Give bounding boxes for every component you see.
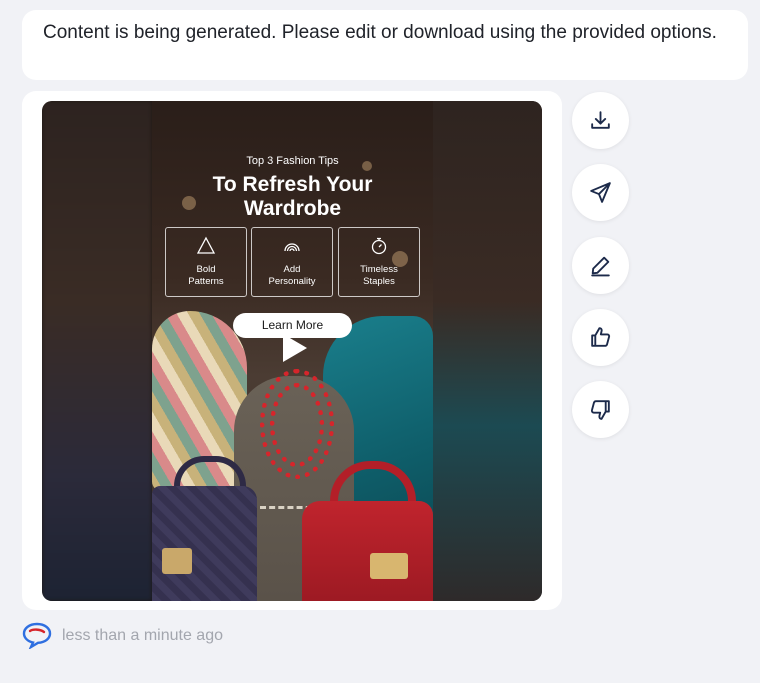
thumbs-down-icon <box>590 400 610 420</box>
status-message-text: Content is being generated. Please edit … <box>43 22 717 43</box>
tip-card-bold-patterns: Bold Patterns <box>165 227 247 297</box>
send-icon <box>590 182 611 203</box>
purple-bag-image <box>152 486 257 601</box>
video-subtitle: Top 3 Fashion Tips <box>246 155 339 167</box>
play-icon[interactable] <box>267 323 317 373</box>
edit-button[interactable] <box>572 237 629 294</box>
dislike-button[interactable] <box>572 381 629 438</box>
red-bag-clasp <box>370 553 408 579</box>
download-icon <box>591 111 610 129</box>
pencil-icon <box>591 256 610 277</box>
tip-label: Timeless Staples <box>360 264 398 287</box>
video-blur-right <box>432 101 542 601</box>
like-button[interactable] <box>572 309 629 366</box>
video-title-line1: To Refresh Your <box>212 173 373 196</box>
tip-card-add-personality: Add Personality <box>251 227 333 297</box>
tip-card-timeless-staples: Timeless Staples <box>338 227 420 297</box>
video-title-line2: Wardrobe <box>243 197 342 220</box>
video-preview[interactable]: Top 3 Fashion Tips To Refresh Your Wardr… <box>42 101 542 601</box>
stopwatch-icon <box>371 237 387 255</box>
tip-label: Add Personality <box>268 264 316 287</box>
media-card: Top 3 Fashion Tips To Refresh Your Wardr… <box>22 91 562 610</box>
red-bag-image <box>302 501 433 601</box>
rainbow-icon <box>284 243 300 252</box>
tip-label: Bold Patterns <box>188 264 224 287</box>
download-button[interactable] <box>572 92 629 149</box>
video-blur-left <box>42 101 152 601</box>
thumbs-up-icon <box>591 327 611 347</box>
status-message-bubble: Content is being generated. Please edit … <box>22 10 748 80</box>
purple-bag-clasp <box>162 548 192 574</box>
message-timestamp: less than a minute ago <box>62 627 223 644</box>
necklace-inner-image <box>270 383 324 467</box>
video-title: To Refresh Your Wardrobe <box>152 173 433 221</box>
triangle-icon <box>196 236 216 254</box>
send-button[interactable] <box>572 164 629 221</box>
assistant-logo-icon <box>22 622 52 649</box>
